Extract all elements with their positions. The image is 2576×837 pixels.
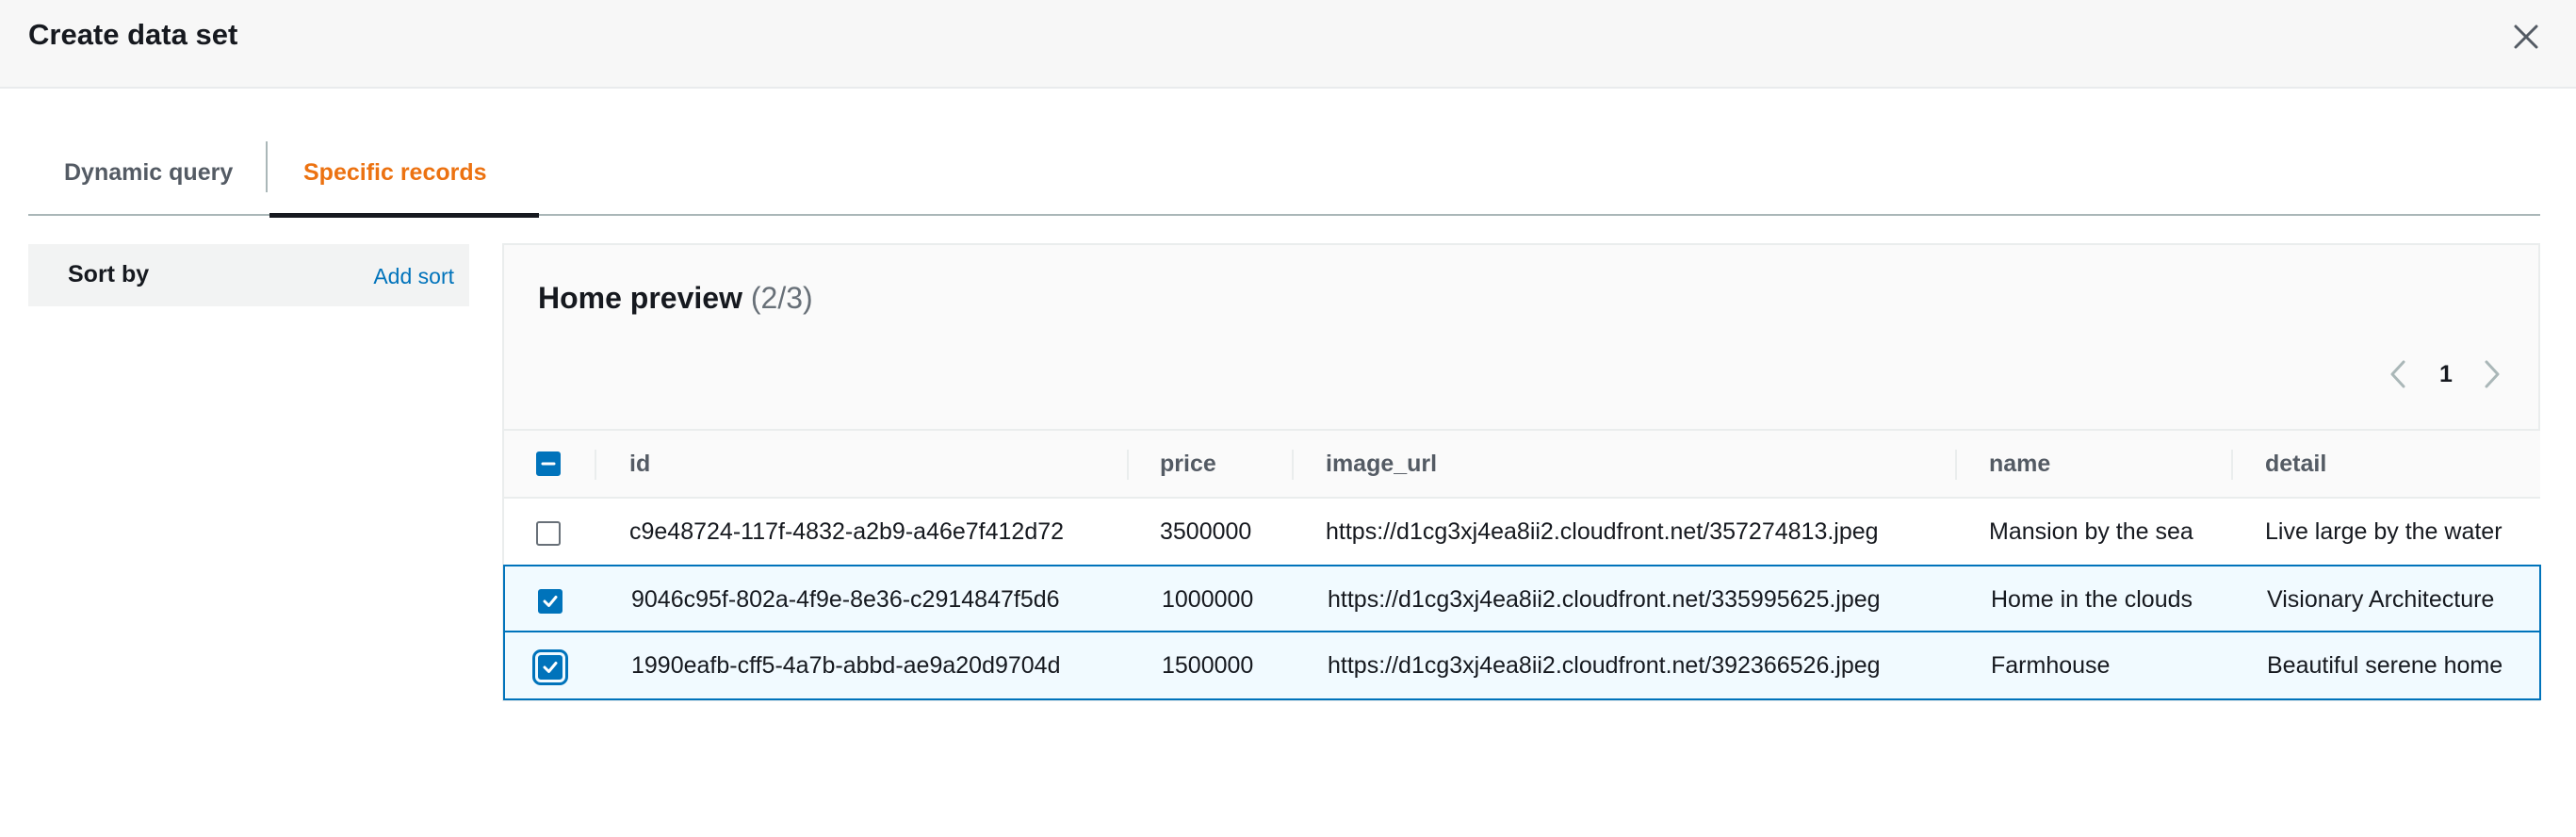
cell-price: 1000000 (1162, 586, 1254, 613)
column-header-detail[interactable]: detail (2265, 431, 2326, 497)
tab-bar: Dynamic query Specific records (28, 141, 2540, 218)
checkmark-icon (543, 662, 558, 673)
home-preview-panel: Home preview (2/3) 1 id price image_url (502, 243, 2541, 701)
minus-icon (541, 462, 556, 466)
cell-price: 3500000 (1160, 518, 1252, 545)
column-header-price[interactable]: price (1160, 431, 1216, 497)
close-button[interactable] (2506, 17, 2546, 57)
close-icon (2514, 25, 2538, 49)
tab-dynamic-query[interactable]: Dynamic query (64, 141, 233, 216)
add-sort-link[interactable]: Add sort (373, 263, 454, 289)
cell-name: Mansion by the sea (1989, 518, 2193, 545)
cell-image-url: https://d1cg3xj4ea8ii2.cloudfront.net/39… (1328, 652, 1881, 679)
column-header-id[interactable]: id (629, 431, 650, 497)
row-checkbox[interactable] (536, 521, 561, 546)
tab-divider (266, 141, 268, 192)
records-table: id price image_url name detail c9e48724-… (503, 429, 2541, 700)
column-separator (2231, 450, 2233, 480)
active-tab-indicator (269, 213, 539, 218)
cell-image-url: https://d1cg3xj4ea8ii2.cloudfront.net/33… (1328, 586, 1881, 613)
column-separator (1127, 450, 1129, 480)
table-row[interactable]: 1990eafb-cff5-4a7b-abbd-ae9a20d9704d 150… (503, 632, 2541, 700)
cell-id: 9046c95f-802a-4f9e-8e36-c2914847f5d6 (631, 586, 1060, 613)
row-checkbox[interactable] (538, 589, 562, 614)
cell-name: Farmhouse (1991, 652, 2111, 679)
chevron-left-icon (2390, 360, 2405, 388)
sort-panel: Sort by Add sort (28, 244, 469, 306)
column-header-name[interactable]: name (1989, 431, 2050, 497)
modal-header: Create data set (0, 0, 2576, 89)
select-all-checkbox[interactable] (536, 451, 561, 476)
pagination-page-1[interactable]: 1 (2432, 356, 2460, 392)
table-header: id price image_url name detail (504, 429, 2540, 497)
preview-title-text: Home preview (538, 281, 742, 315)
cell-id: c9e48724-117f-4832-a2b9-a46e7f412d72 (629, 518, 1065, 545)
tab-specific-records[interactable]: Specific records (269, 141, 539, 218)
tab-specific-records-label: Specific records (303, 159, 487, 186)
row-checkbox[interactable] (532, 649, 568, 685)
modal-title: Create data set (28, 18, 238, 51)
column-separator (1292, 450, 1294, 480)
table-row[interactable]: 9046c95f-802a-4f9e-8e36-c2914847f5d6 100… (503, 565, 2541, 632)
preview-selection-count: (2/3) (750, 281, 813, 315)
column-header-image-url[interactable]: image_url (1326, 431, 1437, 497)
cell-image-url: https://d1cg3xj4ea8ii2.cloudfront.net/35… (1326, 518, 1879, 545)
chevron-right-icon (2485, 360, 2500, 388)
preview-title: Home preview (2/3) (538, 279, 813, 317)
pagination-prev-button[interactable] (2384, 356, 2412, 392)
cell-name: Home in the clouds (1991, 586, 2193, 613)
column-separator (1955, 450, 1957, 480)
cell-price: 1500000 (1162, 652, 1254, 679)
cell-detail: Beautiful serene home (2267, 652, 2503, 679)
checkmark-icon (543, 596, 558, 607)
cell-detail: Live large by the water (2265, 518, 2503, 545)
cell-id: 1990eafb-cff5-4a7b-abbd-ae9a20d9704d (631, 652, 1061, 679)
table-row[interactable]: c9e48724-117f-4832-a2b9-a46e7f412d72 350… (504, 497, 2540, 565)
column-separator (595, 450, 596, 480)
pagination-next-button[interactable] (2478, 356, 2506, 392)
cell-detail: Visionary Architecture (2267, 586, 2495, 613)
sort-by-label: Sort by (68, 261, 150, 287)
